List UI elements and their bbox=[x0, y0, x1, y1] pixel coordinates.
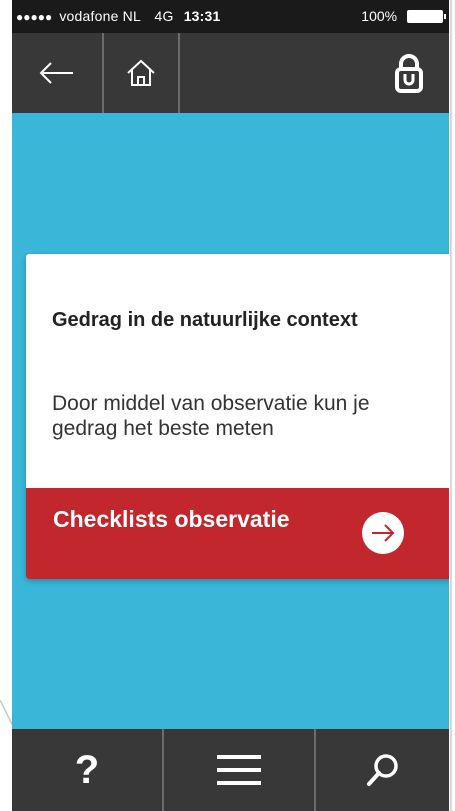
signal-strength: ●●●●● bbox=[16, 10, 53, 24]
help-icon: ? bbox=[74, 747, 100, 792]
status-bar: ●●●●● vodafone NL 4G 13:31 100% bbox=[12, 0, 449, 33]
search-icon bbox=[366, 754, 398, 786]
home-button[interactable] bbox=[104, 33, 178, 113]
checklists-observatie-button[interactable]: Checklists observatie bbox=[26, 488, 449, 579]
screen: ●●●●● vodafone NL 4G 13:31 100% Gedrag i… bbox=[12, 0, 449, 811]
top-navigation-bar bbox=[12, 33, 449, 113]
menu-button[interactable] bbox=[164, 729, 314, 811]
back-button[interactable] bbox=[12, 33, 102, 113]
bottom-toolbar: ? bbox=[12, 729, 449, 811]
padlock-icon bbox=[395, 54, 423, 93]
device-edge bbox=[450, 0, 452, 811]
home-icon bbox=[127, 59, 155, 86]
status-left: ●●●●● vodafone NL 4G 13:31 bbox=[16, 8, 221, 24]
card-description: Door middel van observatie kun je gedrag… bbox=[52, 392, 370, 440]
carrier-name: vodafone NL bbox=[59, 8, 141, 24]
search-button[interactable] bbox=[316, 729, 449, 811]
help-button[interactable]: ? bbox=[12, 729, 162, 811]
battery-percentage: 100% bbox=[361, 8, 398, 24]
arrow-left-icon bbox=[39, 62, 73, 84]
arrow-right-circle-icon bbox=[362, 512, 404, 554]
lock-button[interactable] bbox=[369, 33, 449, 113]
card-action-label: Checklists observatie bbox=[53, 506, 290, 532]
card-title: Gedrag in de natuurlijke context bbox=[52, 309, 358, 331]
clock: 13:31 bbox=[183, 8, 221, 24]
app-viewport: ●●●●● vodafone NL 4G 13:31 100% Gedrag i… bbox=[0, 0, 455, 811]
content-card: Gedrag in de natuurlijke context Door mi… bbox=[26, 254, 449, 579]
network-type: 4G bbox=[154, 8, 174, 24]
nav-divider bbox=[178, 33, 180, 113]
battery-icon bbox=[407, 10, 446, 23]
hamburger-menu-icon bbox=[217, 755, 261, 785]
status-right: 100% bbox=[361, 8, 446, 24]
